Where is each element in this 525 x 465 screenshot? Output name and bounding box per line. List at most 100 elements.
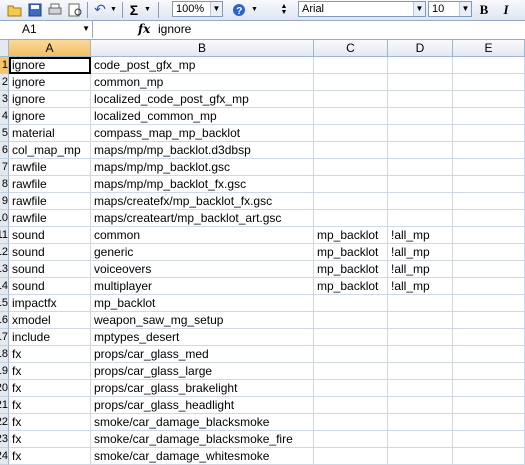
cell-d[interactable] [388,363,453,380]
print-icon[interactable] [46,1,64,18]
column-header-c[interactable]: C [314,40,388,57]
cell-d[interactable] [388,91,453,108]
name-box[interactable]: A1 ▼ [0,21,93,38]
print-preview-icon[interactable] [66,1,84,18]
cell-b[interactable]: localized_common_mp [91,108,314,125]
cell-d[interactable] [388,346,453,363]
chevron-down-icon[interactable]: ▼ [413,2,425,16]
cell-b[interactable]: multiplayer [91,278,314,295]
cell-d[interactable] [388,329,453,346]
cell-d[interactable] [388,176,453,193]
cell-d[interactable]: !all_mp [388,278,453,295]
row-header[interactable]: 7 [0,159,9,176]
cell-b[interactable]: props/car_glass_headlight [91,397,314,414]
cell-d[interactable] [388,312,453,329]
row-header[interactable]: 18 [0,346,9,363]
cell-b[interactable]: mptypes_desert [91,329,314,346]
cell-a[interactable]: ignore [9,108,91,125]
cell-e[interactable] [453,91,525,108]
cell-e[interactable] [453,125,525,142]
row-header[interactable]: 3 [0,91,9,108]
cell-b[interactable]: common_mp [91,74,314,91]
row-header[interactable]: 21 [0,397,9,414]
cell-a[interactable]: sound [9,278,91,295]
cell-c[interactable] [314,91,388,108]
row-header[interactable]: 19 [0,363,9,380]
row-header[interactable]: 5 [0,125,9,142]
cell-e[interactable] [453,363,525,380]
cell-e[interactable] [453,448,525,465]
cell-a[interactable]: fx [9,397,91,414]
row-header[interactable]: 2 [0,74,9,91]
cell-b[interactable]: localized_code_post_gfx_mp [91,91,314,108]
cell-b[interactable]: props/car_glass_med [91,346,314,363]
undo-dropdown-icon[interactable]: ▼ [109,1,118,18]
cell-e[interactable] [453,431,525,448]
autosum-icon[interactable]: Σ [127,1,141,18]
cell-d[interactable] [388,193,453,210]
cell-b[interactable]: voiceovers [91,261,314,278]
undo-icon[interactable]: ↶ [91,1,109,18]
cell-a[interactable]: ignore [9,91,91,108]
cell-b[interactable]: compass_map_mp_backlot [91,125,314,142]
cell-e[interactable] [453,74,525,91]
row-header[interactable]: 9 [0,193,9,210]
cell-b[interactable]: smoke/car_damage_blacksmoke [91,414,314,431]
cell-a[interactable]: col_map_mp [9,142,91,159]
cell-a[interactable]: ignore [9,74,91,91]
cell-e[interactable] [453,142,525,159]
cell-e[interactable] [453,278,525,295]
cell-b[interactable]: maps/mp/mp_backlot.d3dbsp [91,142,314,159]
cell-e[interactable] [453,210,525,227]
cell-c[interactable] [314,57,388,74]
cell-c[interactable] [314,210,388,227]
row-header[interactable]: 4 [0,108,9,125]
select-all-corner[interactable] [0,40,9,57]
cell-c[interactable] [314,176,388,193]
cell-e[interactable] [453,159,525,176]
cell-d[interactable] [388,210,453,227]
cell-a[interactable]: rawfile [9,159,91,176]
cell-b[interactable]: common [91,227,314,244]
bold-button[interactable]: B [475,1,493,18]
cell-a[interactable]: material [9,125,91,142]
cell-b[interactable]: props/car_glass_brakelight [91,380,314,397]
cell-b[interactable]: code_post_gfx_mp [91,57,314,74]
cell-b[interactable]: weapon_saw_mg_setup [91,312,314,329]
cell-a[interactable]: fx [9,346,91,363]
row-header[interactable]: 22 [0,414,9,431]
font-size-select[interactable]: 10 ▼ [428,1,472,17]
italic-button[interactable]: I [497,1,515,18]
cell-a[interactable]: fx [9,448,91,465]
row-header[interactable]: 10 [0,210,9,227]
cell-c[interactable]: mp_backlot [314,261,388,278]
cell-e[interactable] [453,57,525,74]
cell-d[interactable] [388,74,453,91]
cell-c[interactable] [314,125,388,142]
cell-e[interactable] [453,261,525,278]
chevron-down-icon[interactable]: ▼ [82,21,90,37]
cell-a[interactable]: rawfile [9,210,91,227]
cell-c[interactable] [314,108,388,125]
cell-d[interactable] [388,142,453,159]
cell-e[interactable] [453,227,525,244]
help-icon[interactable]: ? [230,1,248,18]
font-name-select[interactable]: Arial ▼ [298,1,426,17]
cell-c[interactable] [314,346,388,363]
cell-b[interactable]: maps/createfx/mp_backlot_fx.gsc [91,193,314,210]
cell-e[interactable] [453,244,525,261]
cell-b[interactable]: mp_backlot [91,295,314,312]
cell-d[interactable] [388,159,453,176]
cell-c[interactable] [314,142,388,159]
save-icon[interactable] [26,1,44,18]
cell-e[interactable] [453,329,525,346]
cell-b[interactable]: maps/mp/mp_backlot.gsc [91,159,314,176]
cell-a[interactable]: sound [9,261,91,278]
cell-b[interactable]: maps/createart/mp_backlot_art.gsc [91,210,314,227]
cell-b[interactable]: smoke/car_damage_blacksmoke_fire [91,431,314,448]
cell-c[interactable] [314,380,388,397]
cell-c[interactable] [314,397,388,414]
cell-a[interactable]: rawfile [9,176,91,193]
cell-a[interactable]: fx [9,431,91,448]
cell-d[interactable] [388,414,453,431]
